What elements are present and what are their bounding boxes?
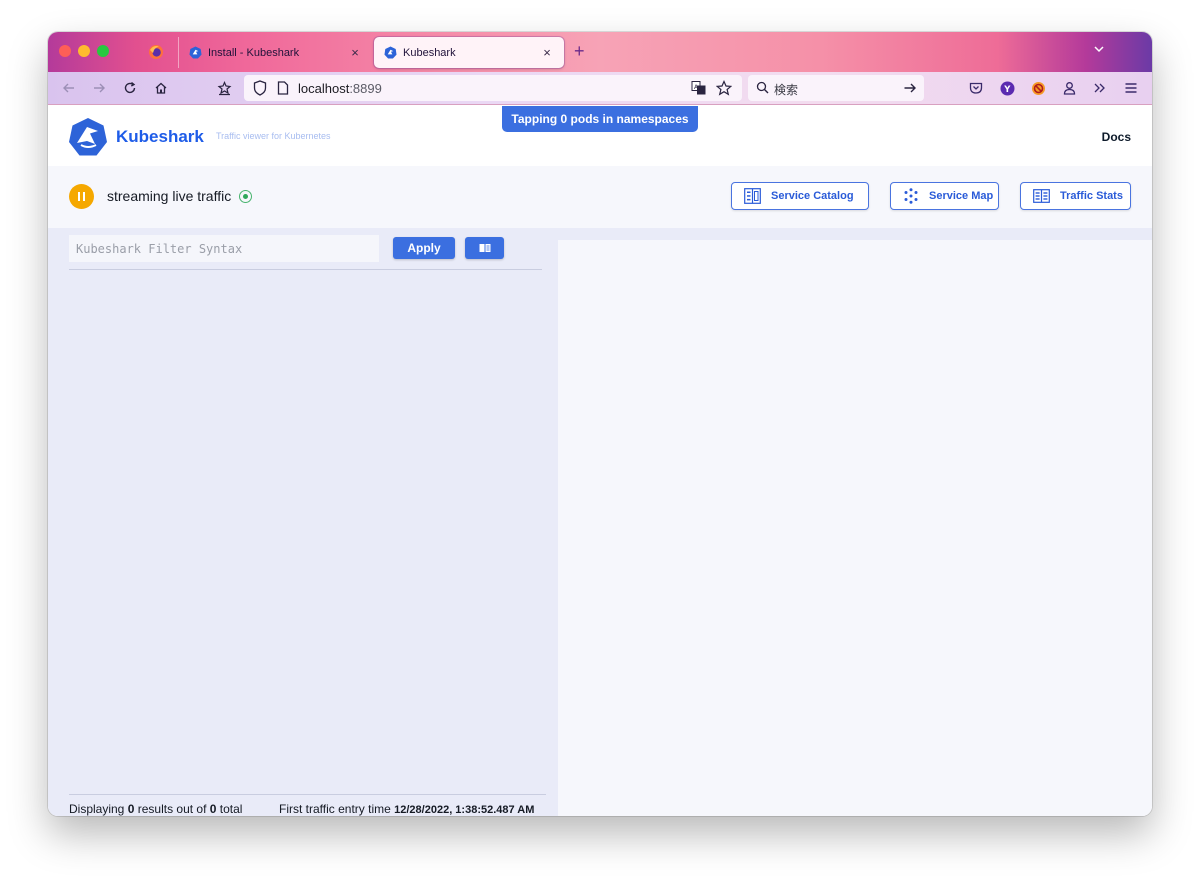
bookmark-star-icon[interactable] [716,80,732,96]
search-icon [756,81,769,94]
results-mid: results out of [134,802,210,816]
firefox-icon[interactable] [148,44,164,60]
yahoo-icon[interactable]: Y [999,80,1015,96]
detail-panel-gutter [558,228,1152,240]
pause-button[interactable] [69,184,94,209]
kubeshark-page: Kubeshark Traffic viewer for Kubernetes … [48,106,1152,816]
total-suffix: total [216,802,243,816]
new-tab-button[interactable]: + [574,41,585,62]
navigation-toolbar: localhost:8899 A 検索 Y [48,72,1152,105]
extension-icon[interactable] [216,80,232,96]
shield-icon[interactable] [253,80,267,96]
url-text: localhost:8899 [298,81,382,96]
live-indicator-icon [239,190,252,203]
pause-icon [78,192,80,201]
forward-icon[interactable] [91,80,107,96]
back-icon[interactable] [61,80,77,96]
translate-icon[interactable]: A [691,80,707,96]
results-prefix: Displaying [69,802,128,816]
entries-panel: Apply Displaying 0 results out of 0 tota… [48,228,558,816]
apply-button[interactable]: Apply [393,237,455,259]
docs-link[interactable]: Docs [1102,130,1131,144]
pause-icon [83,192,85,201]
filter-input[interactable] [69,235,379,262]
menu-icon[interactable] [1123,80,1139,96]
tab-close-icon[interactable]: × [540,45,554,60]
reload-icon[interactable] [122,80,138,96]
browser-window: Install - Kubeshark × Kubeshark × + loca… [48,32,1152,816]
results-summary: Displaying 0 results out of 0 total [69,802,242,816]
book-icon [479,244,490,252]
footer-divider [69,794,546,795]
search-bar[interactable]: 検索 [748,75,924,101]
search-placeholder: 検索 [774,83,799,97]
kubeshark-favicon [189,46,202,59]
service-catalog-label: Service Catalog [771,190,854,202]
account-icon[interactable] [1061,80,1077,96]
tab-strip: Install - Kubeshark × Kubeshark × + [48,32,1152,72]
filter-divider [69,269,542,270]
traffic-stats-label: Traffic Stats [1060,190,1123,202]
filter-docs-button[interactable] [465,237,504,259]
service-map-icon [904,188,918,204]
tab-close-icon[interactable]: × [348,45,362,60]
tab-install-kubeshark[interactable]: Install - Kubeshark × [178,37,372,68]
service-map-label: Service Map [929,190,994,202]
streaming-status-text: streaming live traffic [107,188,232,204]
tapping-status-badge[interactable]: Tapping 0 pods in namespaces [502,106,698,132]
traffic-controls: streaming live traffic Service Catalog S… [48,166,1152,228]
traffic-stats-button[interactable]: Traffic Stats [1020,182,1131,210]
tab-title: Kubeshark [403,46,456,59]
traffic-stats-icon [1033,189,1050,203]
entries-footer: Displaying 0 results out of 0 total Firs… [69,802,549,816]
svg-text:Y: Y [1003,85,1011,95]
service-map-button[interactable]: Service Map [890,182,999,210]
first-entry-time: First traffic entry time 12/28/2022, 1:3… [279,802,534,816]
app-header: Kubeshark Traffic viewer for Kubernetes … [48,106,1152,166]
pocket-icon[interactable] [968,80,984,96]
url-bar[interactable]: localhost:8899 A [244,75,742,101]
kubeshark-favicon [384,46,397,59]
overflow-icon[interactable] [1092,80,1108,96]
first-entry-timestamp: 12/28/2022, 1:38:52.487 AM [394,804,535,816]
entries-list[interactable] [69,272,542,792]
service-catalog-button[interactable]: Service Catalog [731,182,869,210]
window-minimize-button[interactable] [78,45,90,57]
brand-tagline: Traffic viewer for Kubernetes [216,131,331,141]
tab-kubeshark[interactable]: Kubeshark × [374,37,564,68]
tab-title: Install - Kubeshark [208,46,300,59]
url-host: localhost [298,81,350,96]
go-arrow-icon[interactable] [902,80,918,96]
service-catalog-icon [744,188,761,204]
page-icon[interactable] [277,81,289,95]
brand-name[interactable]: Kubeshark [116,127,204,147]
window-zoom-button[interactable] [97,45,109,57]
list-all-tabs-icon[interactable] [1092,42,1106,56]
entry-detail-panel [558,240,1152,816]
url-port: :8899 [349,81,382,96]
first-entry-label: First traffic entry time [279,802,395,816]
blocker-icon[interactable] [1030,80,1046,96]
kubeshark-logo[interactable] [68,117,108,157]
home-icon[interactable] [153,80,169,96]
window-close-button[interactable] [59,45,71,57]
